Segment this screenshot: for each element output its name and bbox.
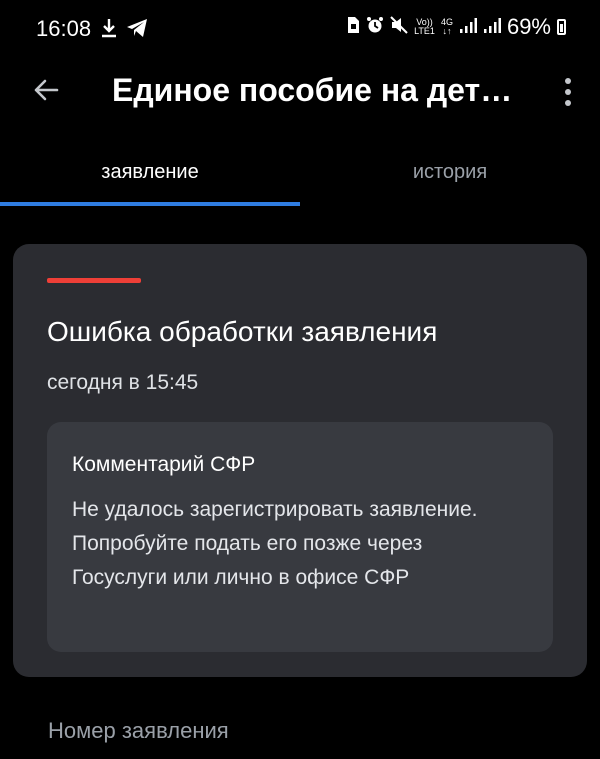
status-bar: 16:08 Vo)) LTE1 4G ↓↑ 69% bbox=[0, 0, 600, 60]
application-number-label: Номер заявления bbox=[48, 718, 229, 743]
tab-application[interactable]: заявление bbox=[0, 140, 300, 204]
tab-bar: заявление история bbox=[0, 140, 600, 208]
error-status-bar bbox=[47, 278, 141, 283]
network-type: 4G ↓↑ bbox=[441, 18, 453, 36]
telegram-icon bbox=[126, 18, 148, 43]
status-left-icons bbox=[100, 18, 148, 43]
tab-history[interactable]: история bbox=[300, 140, 600, 204]
battery-percent: 69% bbox=[506, 14, 551, 39]
error-card: Ошибка обработки заявления сегодня в 15:… bbox=[13, 244, 587, 677]
signal-icon-1 bbox=[459, 17, 477, 38]
error-title: Ошибка обработки заявления bbox=[47, 316, 438, 347]
volte-label-bottom: LTE1 bbox=[414, 26, 435, 36]
comment-title: Комментарий СФР bbox=[72, 453, 256, 476]
more-vertical-icon-dot bbox=[565, 100, 571, 106]
volte-indicator: Vo)) LTE1 bbox=[414, 18, 435, 36]
status-time: 16:08 bbox=[36, 16, 92, 41]
back-button[interactable] bbox=[26, 72, 66, 112]
more-vertical-icon-dot bbox=[565, 78, 571, 84]
error-date: сегодня в 15:45 bbox=[47, 371, 199, 394]
signal-icon-2 bbox=[483, 17, 501, 38]
arrow-left-icon bbox=[32, 76, 60, 109]
sim-icon bbox=[346, 16, 360, 39]
mute-icon bbox=[390, 15, 408, 39]
status-right-icons: Vo)) LTE1 4G ↓↑ 69% bbox=[346, 14, 566, 40]
battery-icon bbox=[557, 19, 566, 35]
app-bar: Единое пособие на дет… bbox=[0, 60, 600, 124]
download-icon bbox=[100, 18, 118, 43]
data-arrows-icon: ↓↑ bbox=[442, 26, 452, 36]
comment-box: Комментарий СФР Не удалось зарегистриров… bbox=[47, 422, 553, 652]
more-vertical-icon-dot bbox=[565, 89, 571, 95]
alarm-icon bbox=[366, 16, 384, 39]
tab-active-indicator bbox=[0, 202, 300, 206]
page-title: Единое пособие на дет… bbox=[112, 72, 513, 108]
comment-text: Не удалось зарегистрировать заявление. П… bbox=[72, 498, 478, 589]
more-options-button[interactable] bbox=[558, 72, 578, 112]
